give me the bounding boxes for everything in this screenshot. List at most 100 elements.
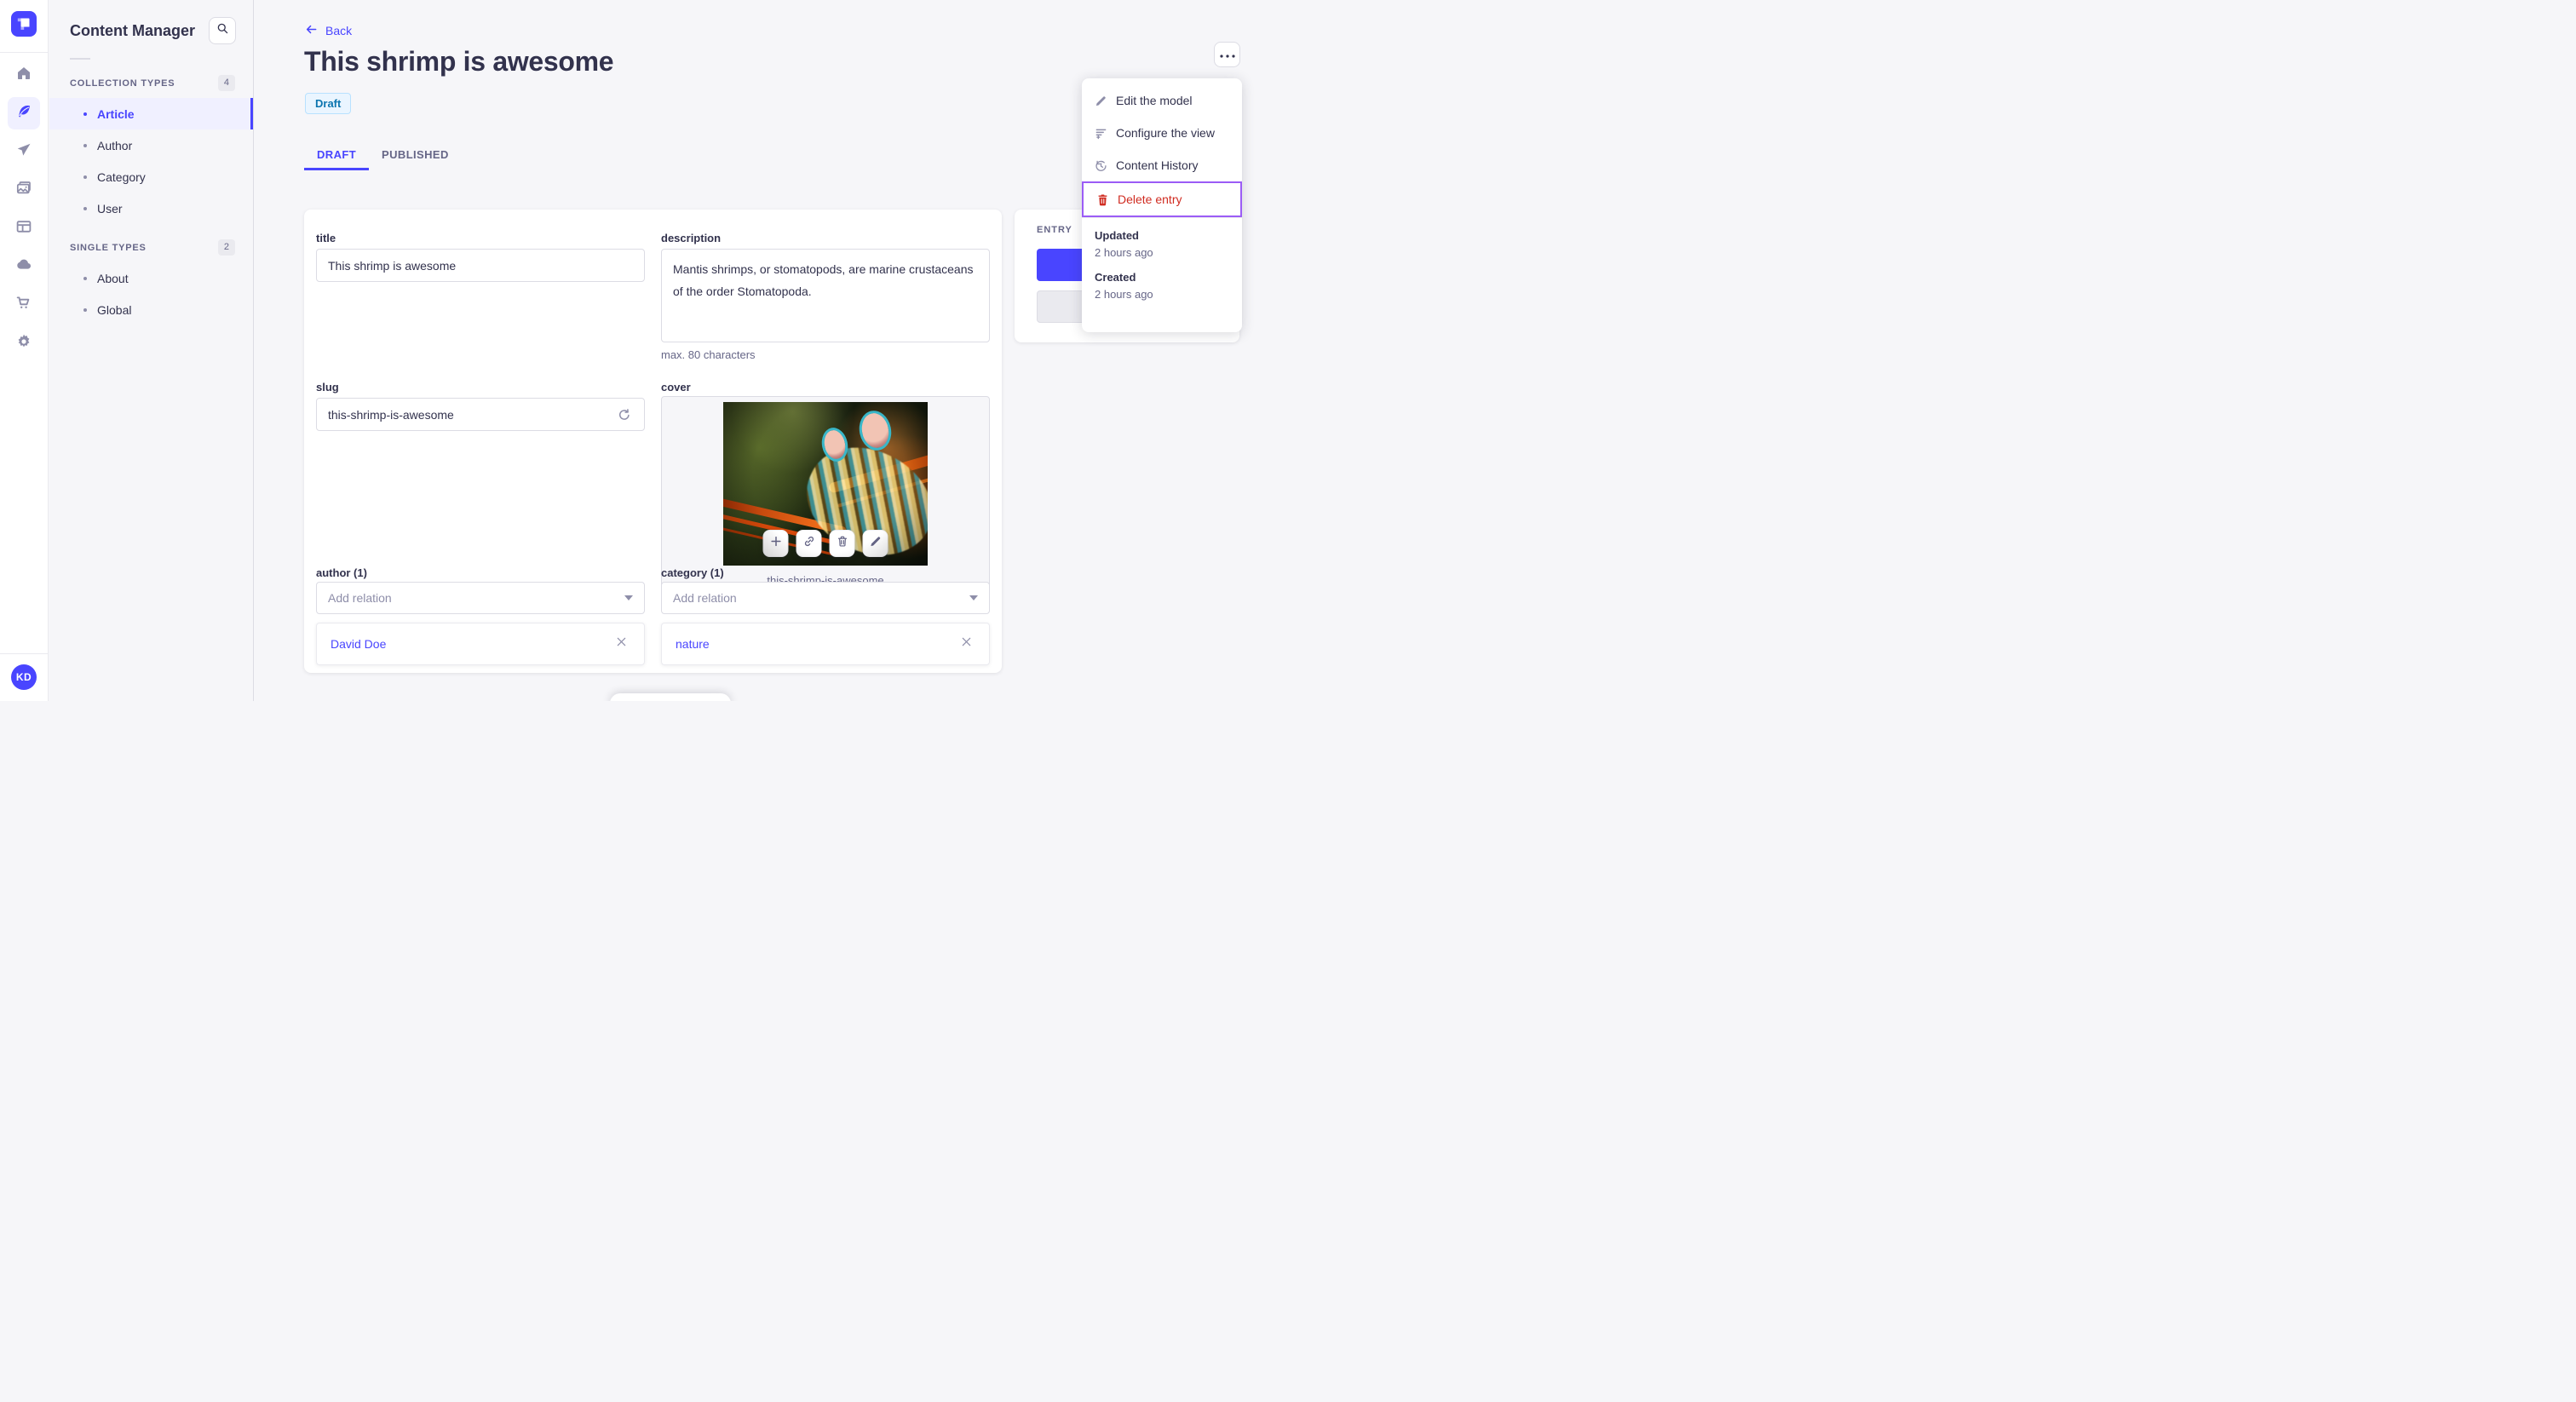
send-icon xyxy=(15,141,32,163)
bullet-dot xyxy=(83,112,87,116)
more-options-button[interactable] xyxy=(1214,42,1240,67)
author-relation-link[interactable]: David Doe xyxy=(331,637,386,651)
search-button[interactable] xyxy=(209,17,236,44)
remove-author-relation-button[interactable] xyxy=(612,635,630,653)
author-combobox-placeholder: Add relation xyxy=(328,591,392,605)
description-hint: max. 80 characters xyxy=(661,348,756,361)
slug-input-value: this-shrimp-is-awesome xyxy=(328,407,454,422)
cover-image-detail xyxy=(723,497,847,535)
sidebar-item-category[interactable]: Category xyxy=(49,161,253,192)
subnav-title: Content Manager xyxy=(70,21,196,39)
plus-icon xyxy=(769,535,782,552)
slug-input[interactable]: this-shrimp-is-awesome xyxy=(316,398,645,431)
sidebar-item-content-manager[interactable] xyxy=(8,97,40,129)
cover-actions-toolbar xyxy=(762,530,888,557)
created-value: 2 hours ago xyxy=(1095,288,1153,301)
menu-item-delete-entry[interactable]: Delete entry xyxy=(1082,181,1242,217)
subnav-header: Content Manager xyxy=(49,0,253,60)
version-tabs: DRAFT PUBLISHED xyxy=(304,141,462,170)
more-options-menu: Edit the model Configure the view Conten… xyxy=(1082,78,1242,332)
updated-value: 2 hours ago xyxy=(1095,246,1153,259)
content-feather-icon xyxy=(15,103,32,124)
workspace-logo-cell[interactable] xyxy=(0,0,48,53)
cart-icon xyxy=(15,295,32,316)
menu-item-configure-view[interactable]: Configure the view xyxy=(1082,117,1242,149)
active-indicator-bar xyxy=(250,98,253,129)
updated-label: Updated xyxy=(1095,229,1139,242)
sidebar-item-label: Global xyxy=(97,302,132,317)
sidebar-item-about[interactable]: About xyxy=(49,262,253,294)
sidebar-item-user[interactable]: User xyxy=(49,192,253,224)
description-field-label: description xyxy=(661,232,722,244)
title-input-value: This shrimp is awesome xyxy=(328,258,457,273)
tab-draft[interactable]: DRAFT xyxy=(304,141,370,170)
menu-item-content-history[interactable]: Content History xyxy=(1082,149,1242,181)
layout-icon xyxy=(15,218,32,239)
sidebar-item-article[interactable]: Article xyxy=(49,98,253,129)
cover-image-detail xyxy=(827,453,928,494)
description-textarea[interactable]: Mantis shrimps, or stomatopods, are mari… xyxy=(661,249,990,342)
count-badge: 4 xyxy=(217,75,235,91)
title-field-label: title xyxy=(316,232,336,244)
delete-media-button[interactable] xyxy=(829,530,855,557)
pencil-icon xyxy=(869,535,882,552)
close-icon xyxy=(961,636,972,652)
bullet-dot xyxy=(83,307,87,312)
bullet-dot xyxy=(83,276,87,280)
main-nav-rail: KD xyxy=(0,0,49,701)
category-relation-link[interactable]: nature xyxy=(676,637,710,651)
cover-image[interactable] xyxy=(723,402,928,566)
regenerate-slug-icon[interactable] xyxy=(614,405,633,424)
sidebar-item-releases[interactable] xyxy=(8,135,40,168)
tab-published[interactable]: PUBLISHED xyxy=(369,141,462,170)
link-icon xyxy=(802,535,815,552)
sidebar-item-global[interactable]: Global xyxy=(49,294,253,325)
back-link[interactable]: Back xyxy=(305,23,352,38)
configure-list-icon xyxy=(1095,127,1107,140)
cover-field-label: cover xyxy=(661,381,691,394)
search-icon xyxy=(216,22,229,39)
menu-item-edit-model[interactable]: Edit the model xyxy=(1082,84,1242,117)
sidebar-item-label: Author xyxy=(97,138,133,152)
sidebar-item-settings[interactable] xyxy=(8,327,40,359)
count-badge: 2 xyxy=(217,239,235,256)
sidebar-item-home[interactable] xyxy=(8,59,40,91)
sidebar-item-label: Article xyxy=(97,106,135,121)
author-relation-item: David Doe xyxy=(316,623,645,665)
menu-item-label: Configure the view xyxy=(1116,126,1215,140)
avatar[interactable]: KD xyxy=(11,664,37,690)
title-input[interactable]: This shrimp is awesome xyxy=(316,249,645,282)
sidebar-item-content-type-builder[interactable] xyxy=(8,212,40,244)
add-media-button[interactable] xyxy=(762,530,789,557)
content-manager-subnav: Content Manager COLLECTION TYPES 4 Artic… xyxy=(49,0,254,701)
sidebar-item-deploy[interactable] xyxy=(8,250,40,283)
close-icon xyxy=(616,636,627,652)
author-field-label: author (1) xyxy=(316,566,367,579)
edit-media-button[interactable] xyxy=(862,530,888,557)
sidebar-item-marketplace[interactable] xyxy=(8,289,40,321)
ellipsis-icon xyxy=(1219,47,1235,62)
author-add-relation-combobox[interactable]: Add relation xyxy=(316,582,645,614)
category-relation-item: nature xyxy=(661,623,990,665)
bottom-floating-bar[interactable] xyxy=(610,693,731,701)
remove-category-relation-button[interactable] xyxy=(957,635,975,653)
entry-panel-title: ENTRY xyxy=(1037,225,1072,235)
bullet-dot xyxy=(83,206,87,210)
copy-link-button[interactable] xyxy=(796,530,822,557)
sidebar-item-media-library[interactable] xyxy=(8,174,40,206)
collection-types-section: COLLECTION TYPES 4 Article Author Catego… xyxy=(49,68,253,224)
media-images-icon xyxy=(15,180,32,201)
sidebar-item-label: About xyxy=(97,271,129,285)
section-label: COLLECTION TYPES xyxy=(70,78,175,89)
cover-image-detail xyxy=(855,407,895,454)
app-screen: KD Content Manager COLLECTION TYPES 4 Ar… xyxy=(0,0,1288,701)
category-add-relation-combobox[interactable]: Add relation xyxy=(661,582,990,614)
menu-item-label: Content History xyxy=(1116,158,1199,172)
history-clock-icon xyxy=(1095,159,1107,172)
subnav-divider xyxy=(70,58,90,60)
category-field-label: category (1) xyxy=(661,566,724,579)
gear-icon xyxy=(15,333,32,354)
menu-list: Edit the model Configure the view Conten… xyxy=(1082,78,1242,217)
sidebar-item-author[interactable]: Author xyxy=(49,129,253,161)
entry-form-card: title This shrimp is awesome description… xyxy=(304,210,1002,673)
